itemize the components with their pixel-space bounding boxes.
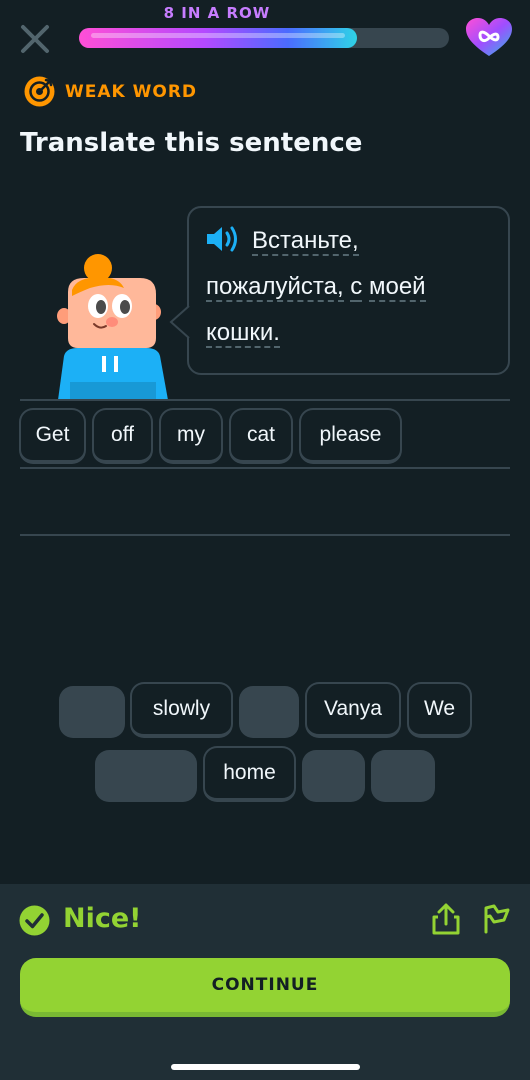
answer-word-chip[interactable]: please: [299, 408, 402, 464]
progress-fill: [79, 28, 357, 48]
word-bank-chip[interactable]: Vanya: [305, 682, 401, 738]
page-title: Translate this sentence: [20, 128, 363, 158]
prompt-word[interactable]: кошки.: [206, 319, 280, 348]
weak-word-badge: WEAK WORD: [24, 76, 197, 107]
answer-word-chip[interactable]: my: [159, 408, 223, 464]
answer-word-chip[interactable]: off: [92, 408, 153, 464]
word-bank-empty-slot: [371, 750, 435, 802]
word-bank-chip[interactable]: slowly: [130, 682, 233, 738]
prompt-sentence: Встаньте, пожалуйста, с моей кошки.: [206, 218, 496, 356]
answer-line: [20, 534, 510, 536]
weak-word-label: WEAK WORD: [65, 81, 198, 102]
lesson-progress-bar: [79, 28, 449, 48]
speech-bubble-tail: [169, 306, 190, 338]
continue-button[interactable]: CONTINUE: [20, 958, 510, 1017]
prompt-word[interactable]: моей: [368, 273, 426, 302]
share-icon[interactable]: [430, 902, 462, 936]
target-icon: [24, 76, 55, 107]
word-bank-chip[interactable]: home: [203, 746, 296, 802]
word-bank-empty-slot: [239, 686, 299, 738]
progress-shine: [91, 33, 345, 38]
character-illustration: [57, 254, 168, 400]
word-bank-empty-slot: [59, 686, 125, 738]
flag-icon[interactable]: [480, 902, 512, 934]
answer-word-chip[interactable]: cat: [229, 408, 293, 464]
infinity-heart-icon[interactable]: [464, 16, 514, 60]
prompt-word[interactable]: Встаньте,: [252, 227, 359, 256]
home-indicator: [171, 1064, 360, 1070]
check-circle-icon: [19, 905, 50, 936]
prompt-word[interactable]: пожалуйста,: [206, 273, 344, 302]
answer-line: [20, 399, 510, 401]
answer-line: [20, 467, 510, 469]
answer-word-chip[interactable]: Get: [19, 408, 86, 464]
word-bank-empty-slot: [302, 750, 365, 802]
word-bank-chip[interactable]: We: [407, 682, 472, 738]
streak-counter: 8 IN A ROW: [163, 4, 271, 22]
word-bank-empty-slot: [95, 750, 197, 802]
feedback-message: Nice!: [63, 903, 142, 934]
prompt-word[interactable]: с: [350, 273, 363, 302]
close-icon[interactable]: [18, 22, 52, 56]
